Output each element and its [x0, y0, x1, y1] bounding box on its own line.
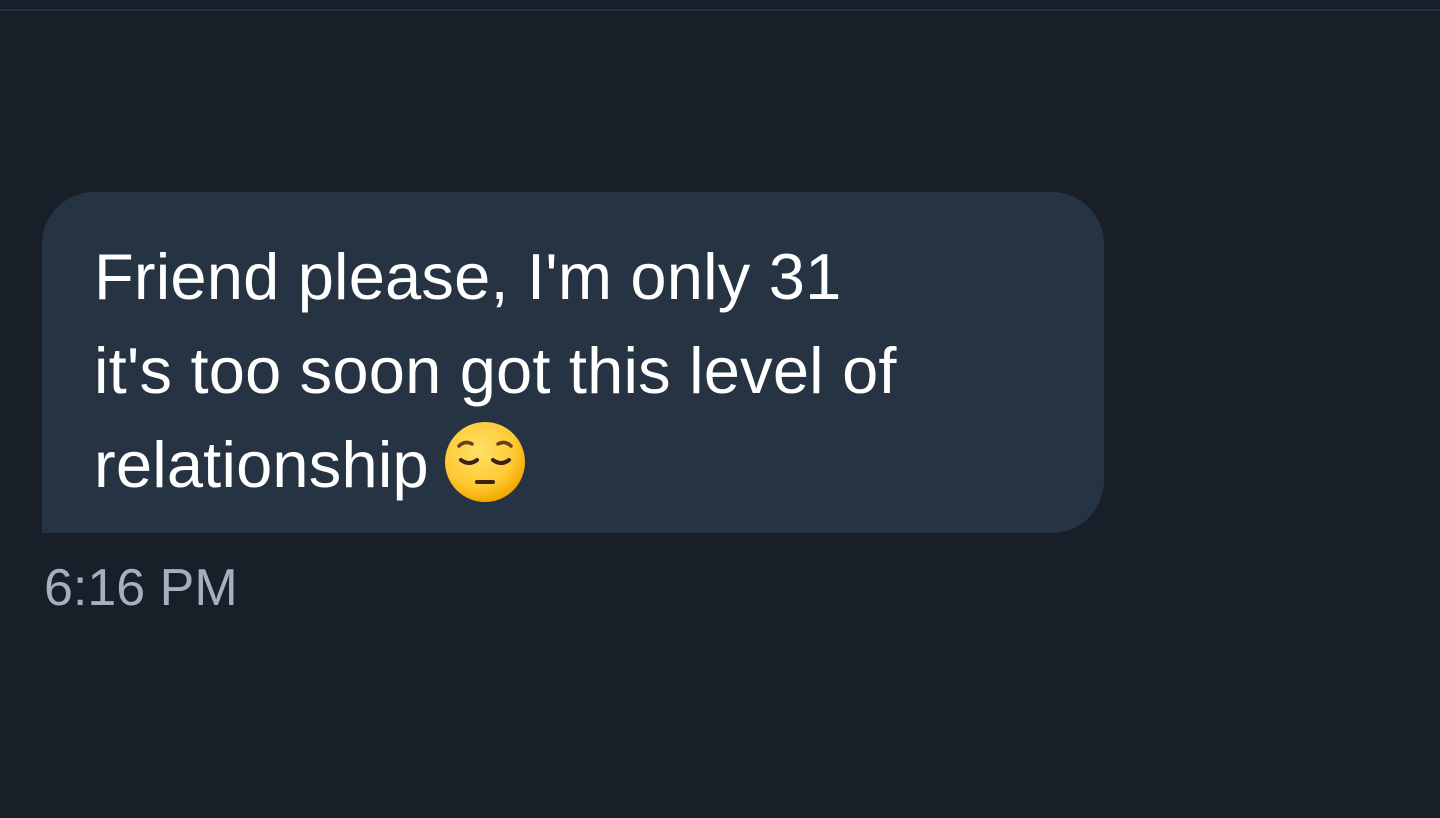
- message-bubble[interactable]: Friend please, I'm only 31 it's too soon…: [42, 192, 1104, 533]
- pensive-face-emoji-icon: [443, 420, 527, 504]
- message-line-3-text: relationship: [94, 428, 429, 501]
- message-line-2: it's too soon got this level of: [94, 334, 897, 407]
- top-divider: [0, 9, 1440, 11]
- message-line-1: Friend please, I'm only 31: [94, 240, 842, 313]
- message-timestamp: 6:16 PM: [44, 559, 238, 617]
- message-text: Friend please, I'm only 31 it's too soon…: [94, 230, 1064, 512]
- message-line-3: relationship: [94, 418, 1064, 512]
- chat-screen: Friend please, I'm only 31 it's too soon…: [0, 0, 1440, 818]
